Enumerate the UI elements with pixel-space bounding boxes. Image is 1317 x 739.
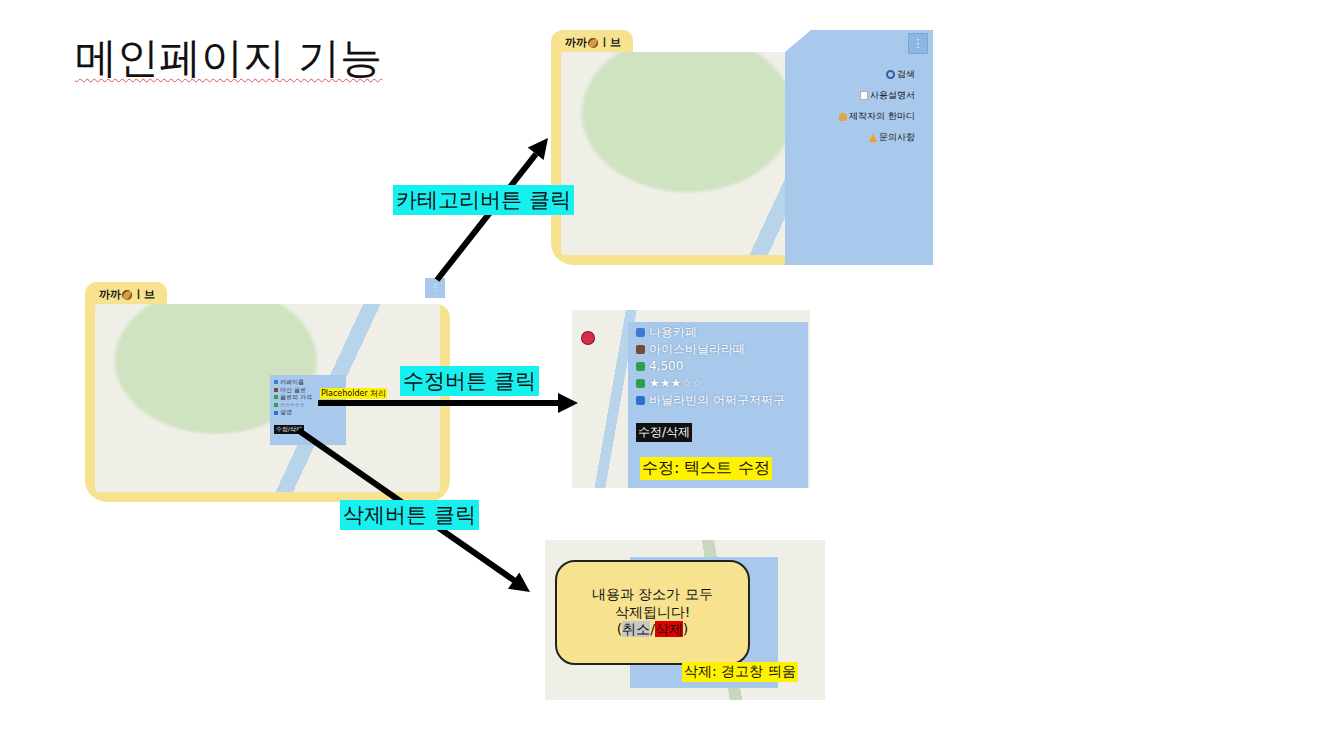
edit-delete-button[interactable]: 수정/삭제 [636, 423, 692, 442]
cookie-icon [588, 38, 598, 48]
category-button[interactable]: ⋮ [425, 278, 445, 298]
place-field[interactable]: 바닐라빈의 어쩌구저쩌구 [636, 392, 800, 409]
flow-label: 카테고리버튼 클릭 [393, 185, 574, 215]
search-icon [886, 70, 895, 79]
slide-title: 메인페이지 기능 [75, 30, 382, 86]
map-pin-icon [582, 332, 594, 344]
menu-item[interactable]: 검색 [886, 68, 915, 81]
category-view-mockup: 까까 ㅣ브 ⋮ 검색 사용설명서 제작자의 한마디 문의사항 [551, 30, 933, 265]
place-field[interactable]: 4,500 [636, 358, 800, 375]
cookie-icon [122, 290, 132, 300]
popup-field: 카페이름 [274, 379, 342, 386]
place-popup: 카페이름마신 음료음료의 가격☆☆☆☆☆설명 수정/삭제 [270, 375, 346, 445]
place-field[interactable]: 아이스바닐라라떼 [636, 341, 800, 358]
delete-warning-dialog: 내용과 장소가 모두삭제됩니다! (취소/삭제) [555, 560, 750, 665]
popup-field: 설명 [274, 409, 342, 416]
menu-button[interactable]: ⋮ [908, 33, 928, 54]
edit-note: 수정: 텍스트 수정 [640, 457, 772, 480]
flow-arrows [0, 0, 1317, 739]
flow-label: 삭제버튼 클릭 [340, 500, 479, 530]
app-tab[interactable]: 까까 ㅣ브 [85, 282, 167, 304]
delete-note: 삭제: 경고창 띄움 [682, 662, 798, 682]
placeholder-note: Placeholder 처리 [320, 388, 387, 399]
slide: 메인페이지 기능 까까 ㅣ브 ⋮ 검색 사용설명서 제작자의 한마디 문의사항 … [0, 0, 1317, 739]
menu-item[interactable]: 사용설명서 [860, 89, 915, 102]
place-field[interactable]: 나용카페 [636, 324, 800, 341]
map[interactable] [95, 304, 440, 492]
maker-icon [839, 113, 847, 121]
delete-button[interactable]: 삭제 [655, 621, 683, 637]
flow-label: 수정버튼 클릭 [400, 366, 539, 396]
menu-item[interactable]: 제작자의 한마디 [839, 110, 915, 123]
popup-field: ☆☆☆☆☆ [274, 402, 342, 409]
menu-item[interactable]: 문의사항 [869, 131, 915, 144]
manual-icon [860, 91, 868, 100]
place-field[interactable]: ★★★☆☆ [636, 375, 800, 392]
edit-delete-button[interactable]: 수정/삭제 [274, 425, 304, 434]
warning-icon [869, 134, 877, 142]
category-panel: ⋮ 검색 사용설명서 제작자의 한마디 문의사항 [785, 30, 933, 265]
cancel-button[interactable]: 취소 [622, 621, 650, 637]
app-tab[interactable]: 까까 ㅣ브 [551, 30, 633, 52]
main-view-mockup: 까까 ㅣ브 카페이름마신 음료음료의 가격☆☆☆☆☆설명 수정/삭제 [85, 282, 450, 502]
